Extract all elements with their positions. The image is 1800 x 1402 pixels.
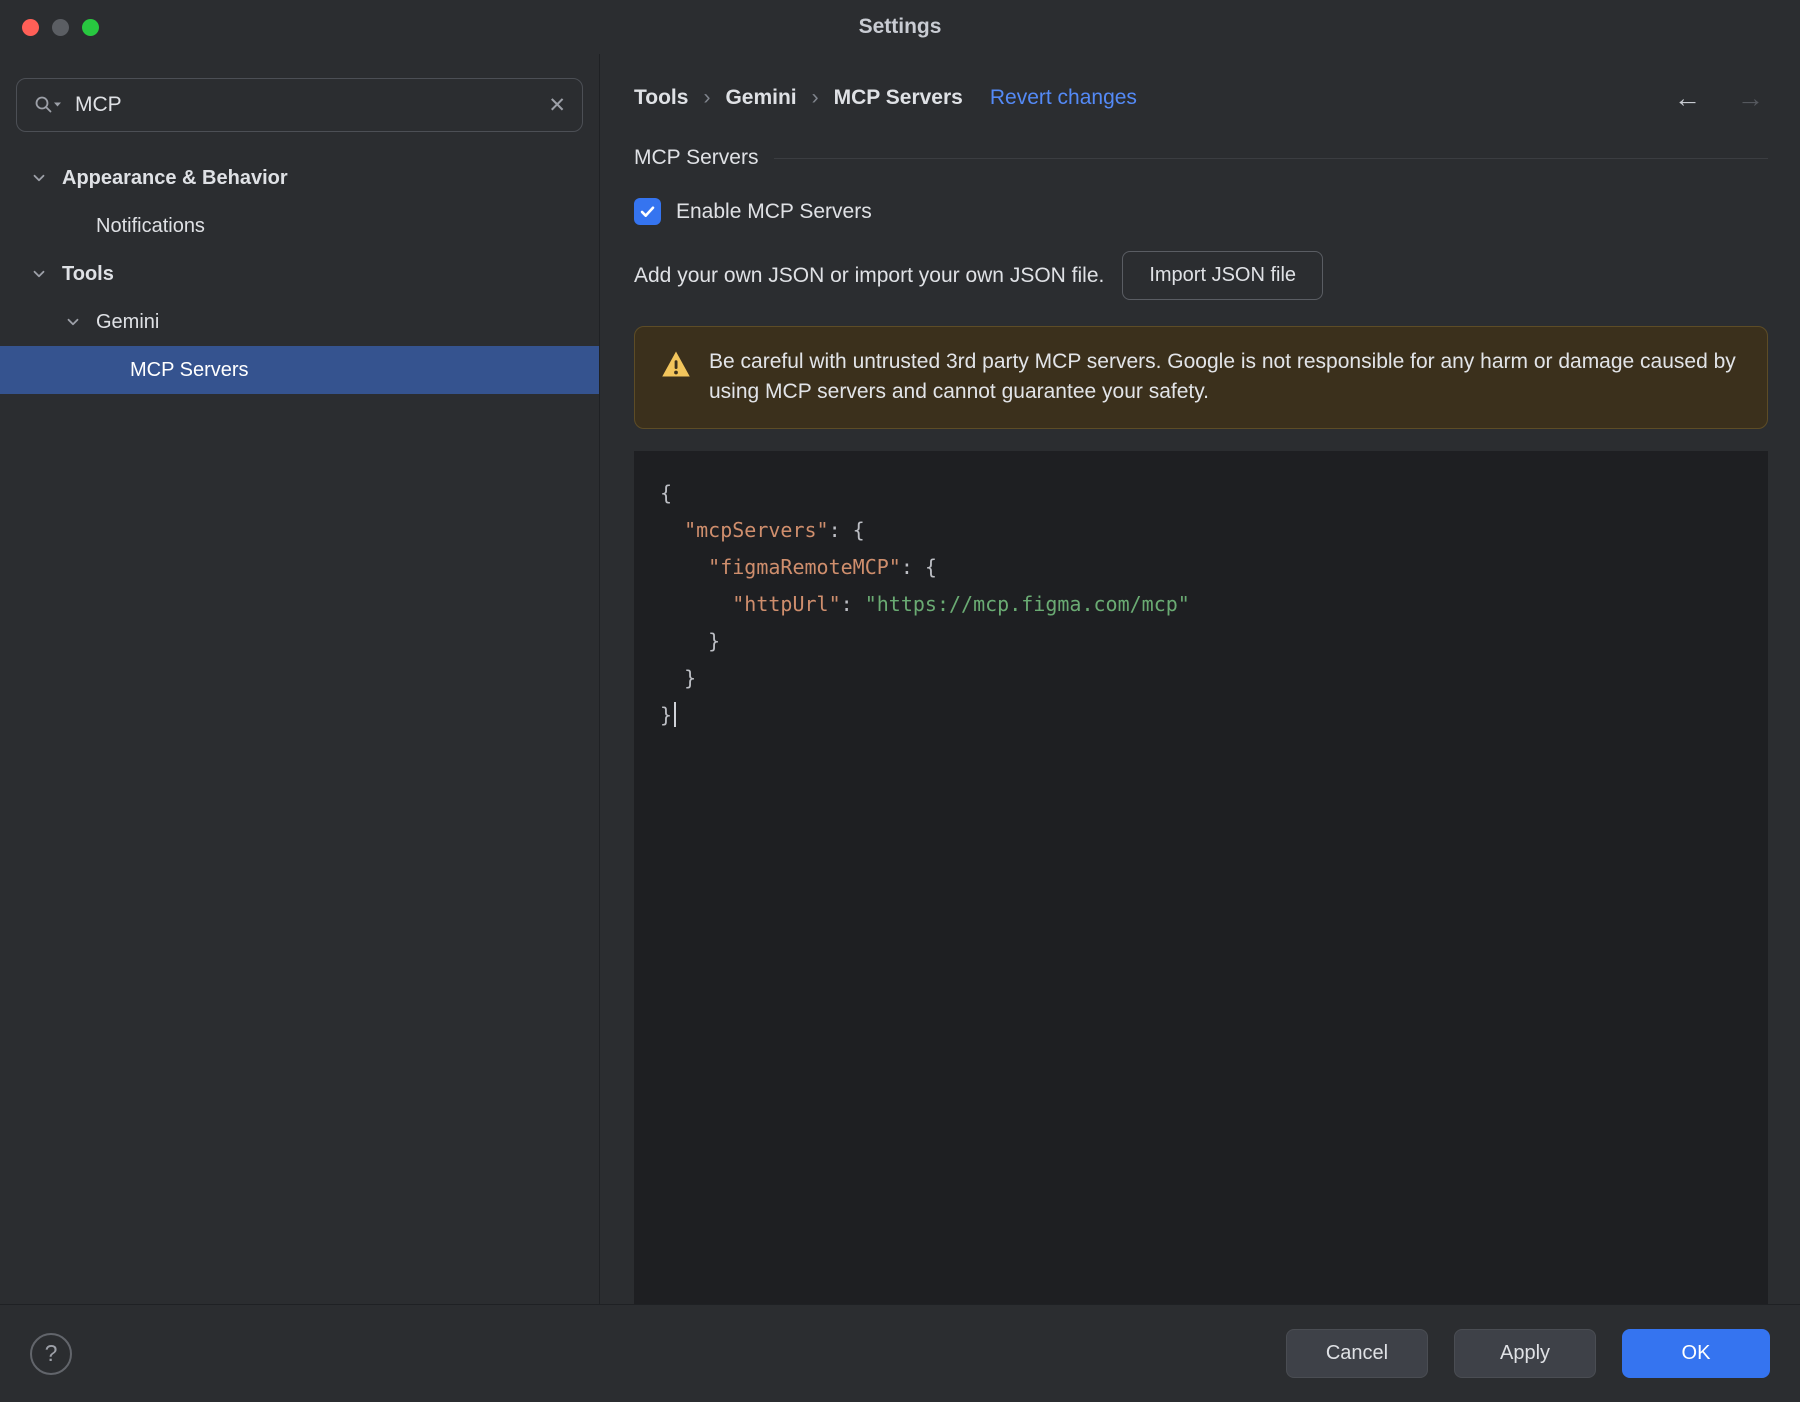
breadcrumb-gemini[interactable]: Gemini xyxy=(725,86,796,110)
tree-item-tools[interactable]: Tools xyxy=(0,250,599,298)
cancel-button[interactable]: Cancel xyxy=(1286,1329,1428,1378)
chevron-down-icon[interactable] xyxy=(64,313,96,331)
json-editor[interactable]: { "mcpServers": { "figmaRemoteMCP": { "h… xyxy=(634,450,1768,1304)
warning-banner: Be careful with untrusted 3rd party MCP … xyxy=(634,326,1768,429)
text-cursor xyxy=(674,701,677,727)
checkmark-icon xyxy=(640,206,655,217)
breadcrumb-separator-icon: › xyxy=(703,86,711,109)
titlebar: Settings xyxy=(0,0,1800,54)
settings-main: Tools › Gemini › MCP Servers Revert chan… xyxy=(600,54,1800,1304)
enable-mcp-label: Enable MCP Servers xyxy=(676,199,872,223)
chevron-down-icon[interactable] xyxy=(30,265,62,283)
tree-item-label: MCP Servers xyxy=(130,358,249,381)
code-line: } xyxy=(660,628,721,653)
tree-item-notifications[interactable]: Notifications xyxy=(0,202,599,250)
settings-sidebar: ✕ Appearance & Behavior Notifications Tool… xyxy=(0,54,600,1304)
clear-search-icon[interactable]: ✕ xyxy=(548,95,566,116)
settings-search-box[interactable]: ✕ xyxy=(16,78,583,132)
code-line: } xyxy=(660,697,1742,734)
tree-item-appearance-behavior[interactable]: Appearance & Behavior xyxy=(0,154,599,202)
help-button[interactable]: ? xyxy=(30,1332,72,1375)
settings-content: ✕ Appearance & Behavior Notifications Tool… xyxy=(0,54,1800,1304)
section-header: MCP Servers xyxy=(634,146,1768,170)
section-title: MCP Servers xyxy=(634,146,759,169)
enable-mcp-checkbox[interactable] xyxy=(634,198,661,225)
window-title: Settings xyxy=(858,15,942,38)
settings-tree: Appearance & Behavior Notifications Tools G… xyxy=(0,154,599,394)
minimize-window-button[interactable] xyxy=(52,18,69,36)
zoom-window-button[interactable] xyxy=(82,18,99,36)
import-description: Add your own JSON or import your own JSO… xyxy=(634,263,1105,287)
tree-item-label: Tools xyxy=(62,262,114,285)
chevron-down-icon[interactable] xyxy=(30,169,62,187)
breadcrumb-tools[interactable]: Tools xyxy=(634,86,688,110)
code-line: "mcpServers": { xyxy=(684,517,865,542)
breadcrumb-mcp-servers[interactable]: MCP Servers xyxy=(834,86,963,110)
import-json-button[interactable]: Import JSON file xyxy=(1122,251,1324,300)
footer-buttons: Cancel Apply OK xyxy=(1286,1329,1770,1378)
code-line: "httpUrl": "https://mcp.figma.com/mcp" xyxy=(732,591,1190,616)
close-window-button[interactable] xyxy=(22,18,39,36)
code-line: { xyxy=(660,480,673,505)
warning-icon xyxy=(661,347,691,378)
window-controls xyxy=(22,0,99,54)
ok-button[interactable]: OK xyxy=(1622,1329,1770,1378)
breadcrumb-separator-icon: › xyxy=(811,86,819,109)
enable-mcp-row[interactable]: Enable MCP Servers xyxy=(634,198,1768,225)
history-arrows: ← → xyxy=(1674,84,1768,112)
breadcrumb: Tools › Gemini › MCP Servers Revert chan… xyxy=(634,76,1768,120)
revert-changes-link[interactable]: Revert changes xyxy=(990,86,1137,110)
search-icon[interactable] xyxy=(33,94,63,116)
tree-item-label: Notifications xyxy=(96,214,205,237)
search-input[interactable] xyxy=(75,93,537,117)
forward-arrow-icon[interactable]: → xyxy=(1737,84,1764,112)
warning-text: Be careful with untrusted 3rd party MCP … xyxy=(709,350,1736,404)
tree-item-label: Appearance & Behavior xyxy=(62,166,288,189)
back-arrow-icon[interactable]: ← xyxy=(1674,84,1701,112)
apply-button[interactable]: Apply xyxy=(1454,1329,1596,1378)
tree-item-mcp-servers[interactable]: MCP Servers xyxy=(0,346,599,394)
json-editor-code: { "mcpServers": { "figmaRemoteMCP": { "h… xyxy=(634,451,1768,758)
import-row: Add your own JSON or import your own JSO… xyxy=(634,251,1768,300)
tree-item-label: Gemini xyxy=(96,310,160,333)
footer: ? Cancel Apply OK xyxy=(0,1304,1800,1402)
section-divider xyxy=(774,157,1768,159)
code-line: } xyxy=(660,665,697,690)
code-line: "figmaRemoteMCP": { xyxy=(708,554,937,579)
tree-item-gemini[interactable]: Gemini xyxy=(0,298,599,346)
